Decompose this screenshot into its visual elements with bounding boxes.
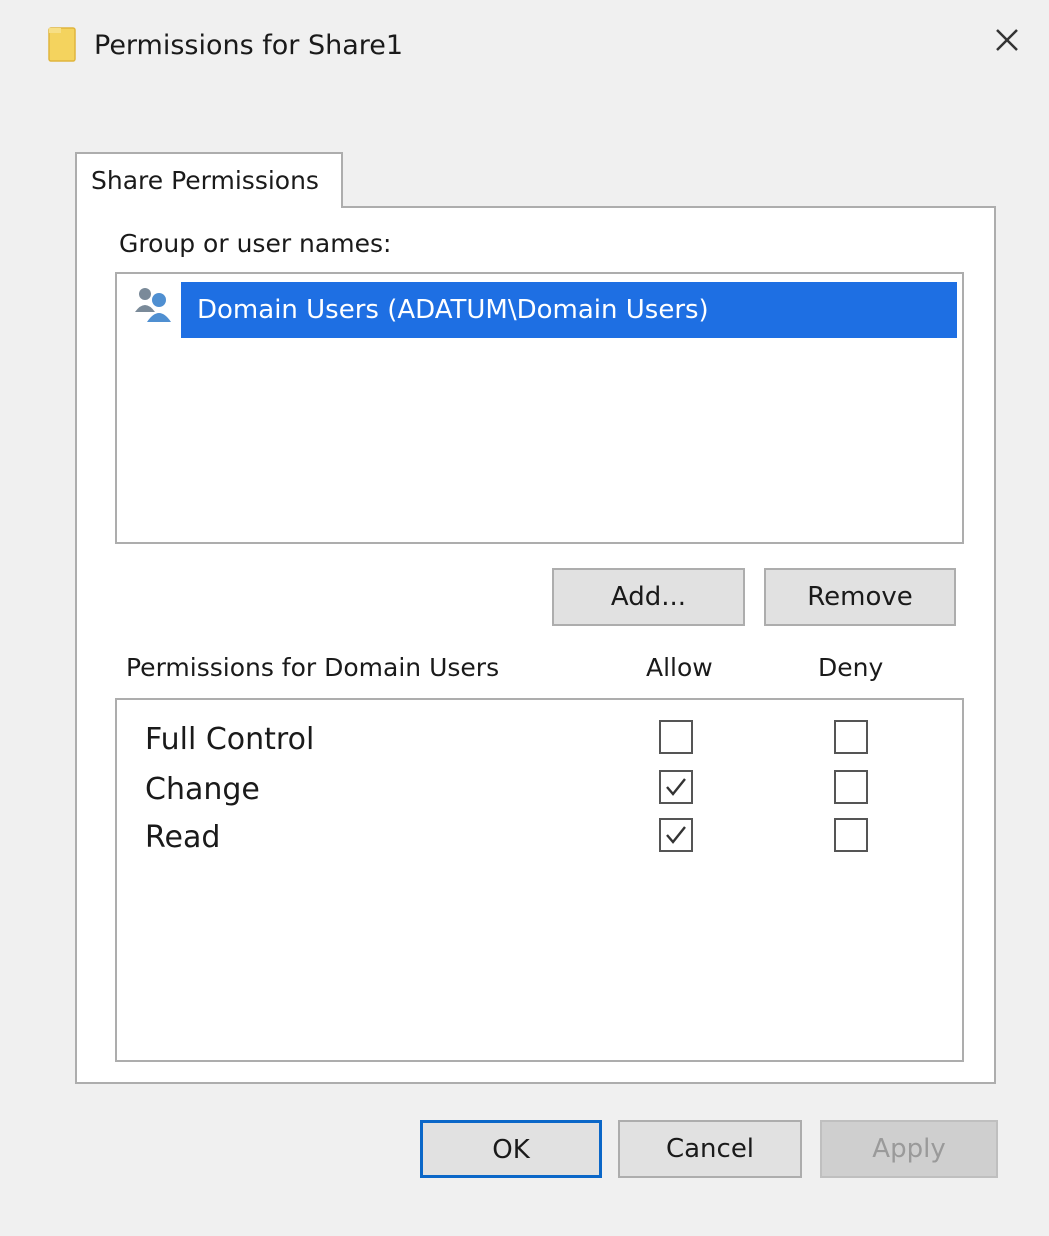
folder-icon — [48, 26, 76, 62]
tab-label: Share Permissions — [91, 166, 319, 195]
allow-checkbox-change[interactable] — [659, 770, 693, 804]
permission-row-full-control: Full Control — [117, 718, 962, 764]
permission-name: Read — [145, 820, 221, 855]
list-item[interactable]: Domain Users (ADATUM\Domain Users) — [127, 278, 957, 338]
ok-button[interactable]: OK — [420, 1120, 602, 1178]
deny-checkbox-read[interactable] — [834, 818, 868, 852]
permission-name: Change — [145, 772, 260, 807]
allow-header: Allow — [646, 653, 713, 682]
checkmark-icon — [666, 826, 686, 844]
users-icon — [131, 282, 177, 328]
permission-row-read: Read — [117, 816, 962, 862]
group-list-label: Group or user names: — [119, 229, 392, 258]
permissions-header: Permissions for Domain Users — [126, 653, 500, 682]
apply-button[interactable]: Apply — [820, 1120, 998, 1178]
allow-checkbox-full-control[interactable] — [659, 720, 693, 754]
group-user-list[interactable]: Domain Users (ADATUM\Domain Users) — [115, 272, 964, 544]
deny-checkbox-full-control[interactable] — [834, 720, 868, 754]
permission-name: Full Control — [145, 722, 315, 757]
window-title: Permissions for Share1 — [94, 30, 404, 61]
title-bar: Permissions for Share1 — [0, 0, 1049, 90]
list-item-label: Domain Users (ADATUM\Domain Users) — [181, 282, 957, 338]
allow-checkbox-read[interactable] — [659, 818, 693, 852]
permissions-dialog: Permissions for Share1 Share Permissions… — [0, 0, 1049, 1236]
permission-row-change: Change — [117, 768, 962, 814]
deny-checkbox-change[interactable] — [834, 770, 868, 804]
deny-header: Deny — [818, 653, 884, 682]
permissions-list: Full Control Change Read — [115, 698, 964, 1062]
add-button[interactable]: Add... — [552, 568, 745, 626]
close-button[interactable] — [982, 20, 1032, 64]
checkmark-icon — [666, 778, 686, 796]
remove-button[interactable]: Remove — [764, 568, 956, 626]
tab-share-permissions[interactable]: Share Permissions — [75, 152, 343, 208]
close-icon[interactable] — [994, 27, 1020, 57]
cancel-button[interactable]: Cancel — [618, 1120, 802, 1178]
